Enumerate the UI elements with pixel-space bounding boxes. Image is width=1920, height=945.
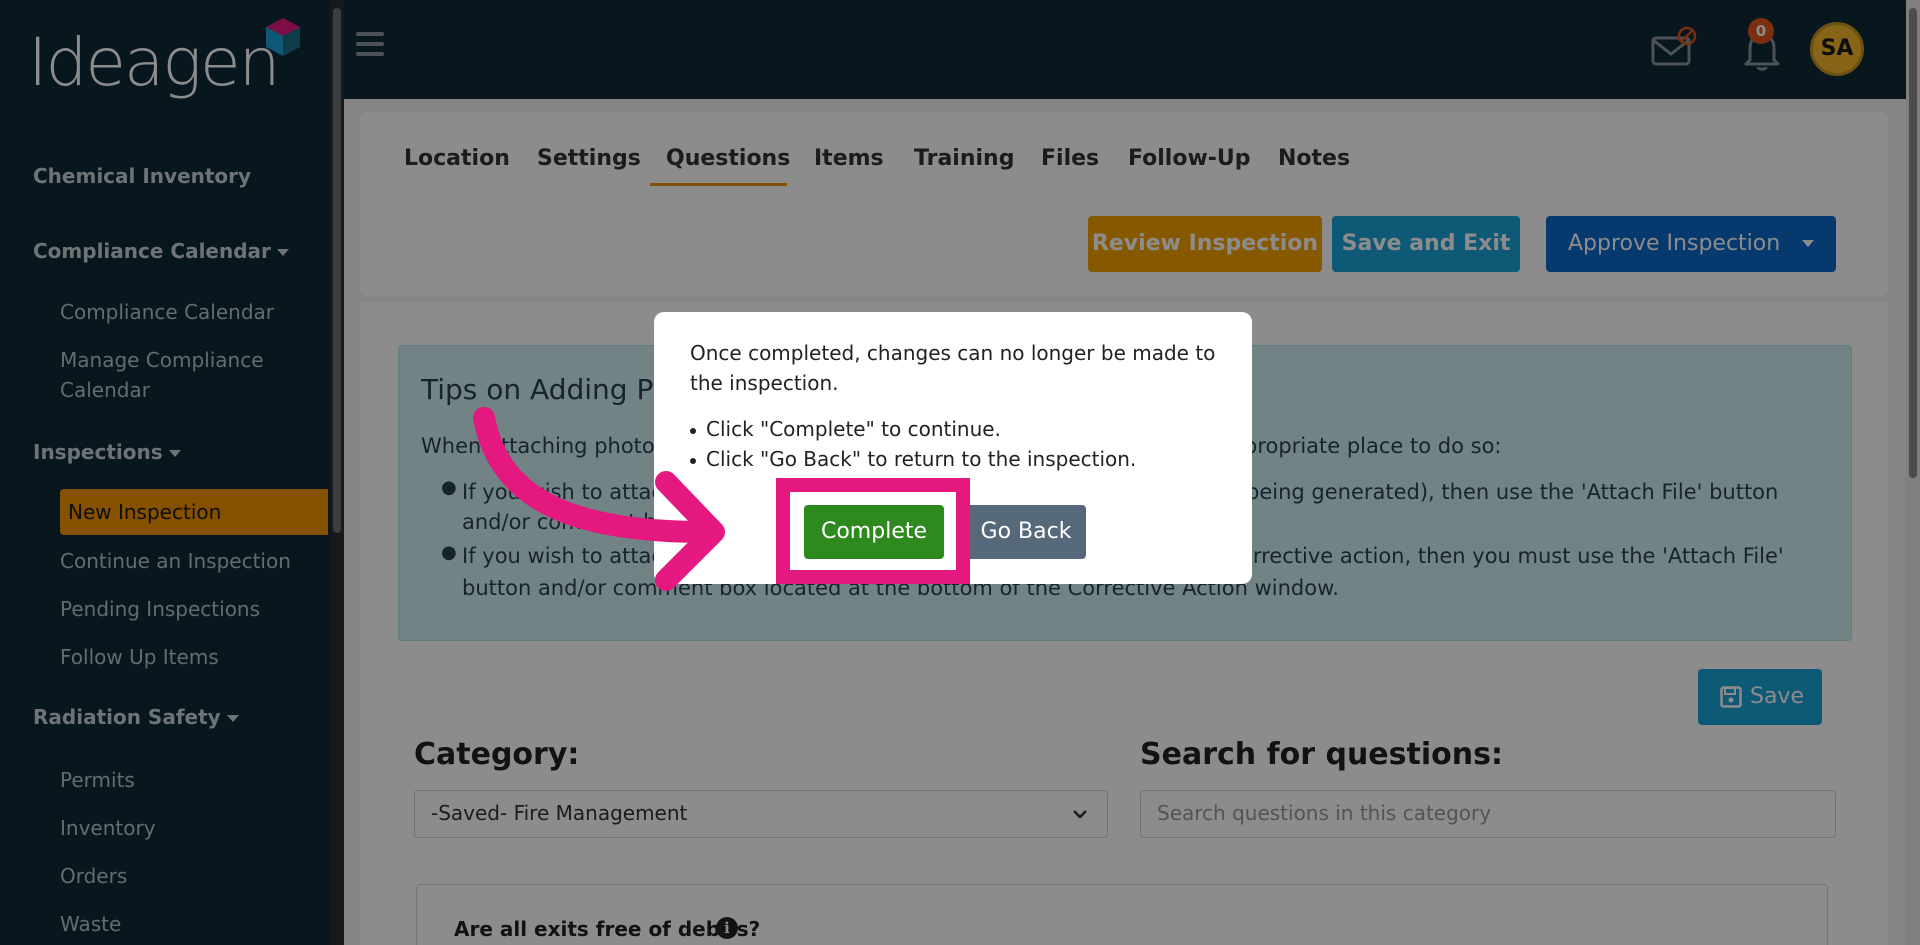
modal-bullet-text: Click "Go Back" to return to the inspect… [706,447,1137,471]
highlight-box [776,478,970,584]
modal-message: Once completed, changes can no longer be… [690,341,1216,395]
modal-instruction-go-back: Click "Go Back" to return to the inspect… [690,444,1136,474]
modal-bullet-text: Click "Complete" to continue. [706,417,1001,441]
modal-instruction-complete: Click "Complete" to continue. [690,414,1001,444]
go-back-button[interactable]: Go Back [966,505,1086,559]
pointer-arrow-icon [473,407,725,591]
